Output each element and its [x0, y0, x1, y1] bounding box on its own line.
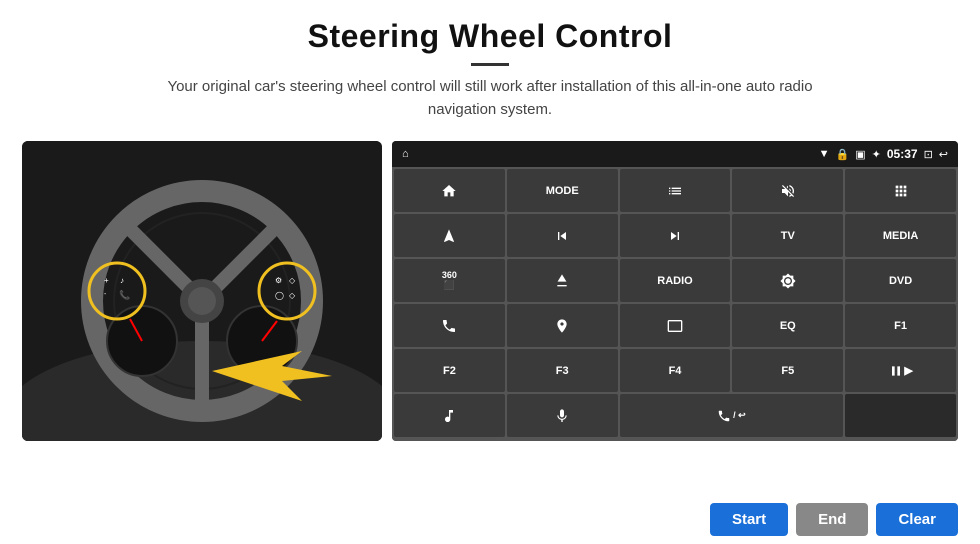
wifi-icon: ▼ — [819, 148, 830, 160]
svg-text:◇: ◇ — [289, 291, 296, 300]
btn-list[interactable] — [620, 169, 731, 212]
btn-screen[interactable] — [620, 304, 731, 347]
btn-f2[interactable]: F2 — [394, 349, 505, 392]
svg-text:+: + — [104, 276, 109, 285]
btn-nav2[interactable] — [507, 304, 618, 347]
btn-prev[interactable] — [507, 214, 618, 257]
header: Steering Wheel Control Your original car… — [0, 0, 980, 127]
status-left: ⌂ — [402, 148, 409, 160]
start-button[interactable]: Start — [710, 503, 788, 536]
bt-icon: ✦ — [872, 148, 881, 161]
btn-tv[interactable]: TV — [732, 214, 843, 257]
btn-next[interactable] — [620, 214, 731, 257]
home-status-icon: ⌂ — [402, 148, 409, 160]
svg-text:⚙: ⚙ — [275, 276, 282, 285]
status-bar: ⌂ ▼ 🔒 ▣ ✦ 05:37 ⊡ ↩ — [392, 141, 958, 167]
btn-phone[interactable] — [394, 304, 505, 347]
car-image: + ♪ - 📞 ⚙ ◇ ◯ ◇ — [22, 141, 382, 441]
cast-icon: ⊡ — [924, 148, 933, 161]
sim-icon: ▣ — [855, 148, 865, 161]
btn-360[interactable]: 360⬛ — [394, 259, 505, 302]
btn-radio[interactable]: RADIO — [620, 259, 731, 302]
btn-mute[interactable] — [732, 169, 843, 212]
btn-media[interactable]: MEDIA — [845, 214, 956, 257]
clear-button[interactable]: Clear — [876, 503, 958, 536]
content-area: + ♪ - 📞 ⚙ ◇ ◯ ◇ ⌂ ▼ — [0, 127, 980, 495]
btn-navigate[interactable] — [394, 214, 505, 257]
status-time: 05:37 — [887, 147, 918, 161]
btn-f5[interactable]: F5 — [732, 349, 843, 392]
svg-text:♪: ♪ — [120, 276, 124, 285]
btn-music[interactable] — [394, 394, 505, 437]
btn-mic[interactable] — [507, 394, 618, 437]
page: Steering Wheel Control Your original car… — [0, 0, 980, 544]
svg-text:📞: 📞 — [119, 289, 131, 300]
svg-text:◯: ◯ — [275, 291, 284, 300]
btn-empty1[interactable] — [845, 394, 956, 437]
btn-home[interactable] — [394, 169, 505, 212]
status-right: ▼ 🔒 ▣ ✦ 05:37 ⊡ ↩ — [819, 147, 948, 161]
end-button[interactable]: End — [796, 503, 868, 536]
btn-f3[interactable]: F3 — [507, 349, 618, 392]
btn-dvd[interactable]: DVD — [845, 259, 956, 302]
btn-call[interactable]: / ↩ — [620, 394, 844, 437]
device-grid: MODE TV — [392, 167, 958, 441]
btn-playpause[interactable]: ▶ — [845, 349, 956, 392]
btn-eject[interactable] — [507, 259, 618, 302]
bottom-bar: Start End Clear — [0, 495, 980, 544]
page-title: Steering Wheel Control — [0, 18, 980, 55]
subtitle: Your original car's steering wheel contr… — [150, 76, 830, 121]
back-icon: ↩ — [939, 148, 948, 161]
btn-f1[interactable]: F1 — [845, 304, 956, 347]
btn-apps[interactable] — [845, 169, 956, 212]
lock-icon: 🔒 — [836, 148, 850, 161]
title-divider — [471, 63, 509, 66]
btn-eq[interactable]: EQ — [732, 304, 843, 347]
btn-brightness[interactable] — [732, 259, 843, 302]
device-screen: ⌂ ▼ 🔒 ▣ ✦ 05:37 ⊡ ↩ MODE — [392, 141, 958, 441]
btn-f4[interactable]: F4 — [620, 349, 731, 392]
btn-mode[interactable]: MODE — [507, 169, 618, 212]
svg-text:◇: ◇ — [289, 276, 296, 285]
